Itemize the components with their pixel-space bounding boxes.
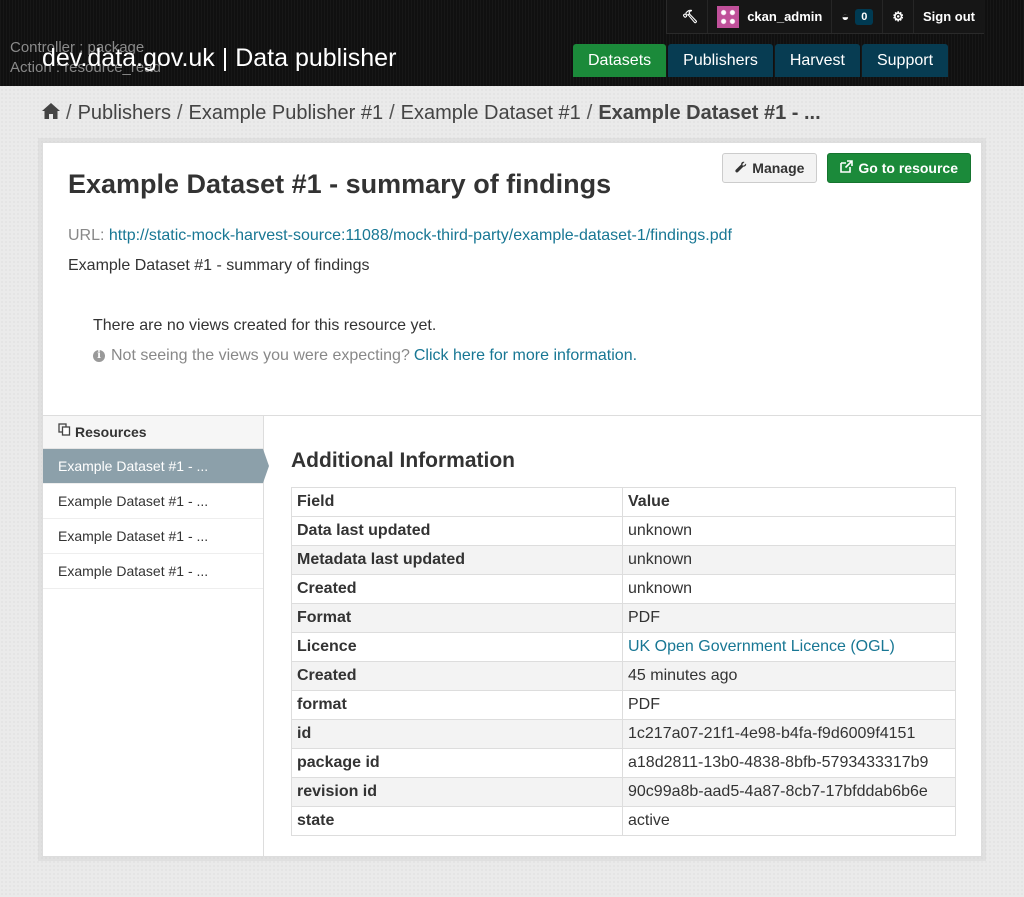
breadcrumb-publishers[interactable]: Publishers [78,102,171,125]
resource-actions: Manage Go to resource [722,153,971,183]
resource-item[interactable]: Example Dataset #1 - ... [43,484,263,519]
table-row: state active [291,806,956,836]
resource-item[interactable]: Example Dataset #1 - ... [43,554,263,589]
breadcrumb-publisher[interactable]: Example Publisher #1 [189,102,384,125]
go-to-resource-label: Go to resource [858,160,958,176]
username: ckan_admin [747,9,823,24]
resource-url-link[interactable]: http://static-mock-harvest-source:11088/… [109,227,732,244]
column-header-value: Value [622,487,956,517]
settings-link[interactable]: ⚙ [883,0,914,33]
field-cell: Created [291,661,623,691]
views-help-text: Not seeing the views you were expecting? [111,347,410,364]
home-icon[interactable] [42,102,60,125]
field-cell: revision id [291,777,623,807]
signout-link[interactable]: Sign out [914,0,984,33]
dashboard-icon: ◒ [841,9,850,24]
resources-sidebar: Resources Example Dataset #1 - ... Examp… [43,416,269,856]
field-cell: package id [291,748,623,778]
avatar [717,5,740,28]
field-cell: Data last updated [291,516,623,546]
table-header-row: Field Value [291,487,956,517]
resource-description: Example Dataset #1 - summary of findings [68,257,370,274]
nav-datasets[interactable]: Datasets [573,44,667,77]
breadcrumb-separator: / [586,102,593,124]
value-cell: 1c217a07-21f1-4e98-b4fa-f9d6009f4151 [622,719,956,749]
value-cell: 45 minutes ago [622,661,956,691]
column-header-field: Field [291,487,623,517]
breadcrumb-separator: / [389,102,395,124]
breadcrumb: / Publishers / Example Publisher #1 / Ex… [42,102,821,125]
table-body: Data last updated unknown Metadata last up… [291,516,956,836]
account-bar: 🔨︎ ckan_admin ◒ 0 ⚙ Sign out [665,0,984,34]
sysadmin-link[interactable]: 🔨︎ [673,0,709,33]
value-cell: a18d2811-13b0-4838-8bfb-5793433317b9 [622,748,956,778]
table-row: Format PDF [291,603,956,633]
info-icon: i [93,350,105,362]
resource-panel: Manage Go to resource Example Dataset #1… [42,142,982,857]
field-cell: Format [291,603,623,633]
additional-info-heading: Additional Information [291,449,515,472]
value-cell: unknown [622,516,956,546]
resources-heading: Resources [43,416,263,449]
site-header: 🔨︎ ckan_admin ◒ 0 ⚙ Sign out Controller … [0,0,1024,86]
copy-icon [58,416,71,448]
value-cell: active [622,806,956,836]
manage-button[interactable]: Manage [722,153,818,183]
table-row: Licence UK Open Government Licence (OGL) [291,632,956,662]
field-cell: format [291,690,623,720]
field-cell: Metadata last updated [291,545,623,575]
manage-label: Manage [752,160,805,176]
table-row: package id a18d2811-13b0-4838-8bfb-579343… [291,748,956,778]
go-to-resource-button[interactable]: Go to resource [827,153,971,183]
user-link[interactable]: ckan_admin [708,0,833,33]
value-cell: UK Open Government Licence (OGL) [622,632,956,662]
table-row: Created unknown [291,574,956,604]
main-nav: Datasets Publishers Harvest Support [573,44,949,77]
gavel-icon: 🔨︎ [681,8,699,24]
external-link-icon [840,154,854,182]
value-cell: unknown [622,545,956,575]
table-row: id 1c217a07-21f1-4e98-b4fa-f9d6009f4151 [291,719,956,749]
resources-heading-label: Resources [75,424,147,440]
table-row: Metadata last updated unknown [291,545,956,575]
additional-info-section: Additional Information [291,449,515,473]
gear-icon: ⚙ [892,8,904,24]
views-help-link[interactable]: Click here for more information. [414,347,637,365]
value-cell: unknown [622,574,956,604]
value-cell: 90c99a8b-aad5-4a87-8cb7-17bfddab6b6e [622,777,956,807]
signout-label: Sign out [923,9,975,24]
no-views-message: There are no views created for this reso… [93,317,437,334]
resource-item[interactable]: Example Dataset #1 - ... [43,449,269,484]
resource-item[interactable]: Example Dataset #1 - ... [43,519,263,554]
value-cell: PDF [622,603,956,633]
field-cell: id [291,719,623,749]
table-row: revision id 90c99a8b-aad5-4a87-8cb7-17bfd… [291,777,956,807]
value-cell: PDF [622,690,956,720]
breadcrumb-current[interactable]: Example Dataset #1 - ... [598,102,820,125]
views-help: i Not seeing the views you were expectin… [93,347,637,365]
resource-url: URL: http://static-mock-harvest-source:1… [68,227,732,245]
resource-title: Example Dataset #1 - summary of findings [68,169,612,199]
additional-info-table: Field Value Data last updated unknown Meta… [291,487,956,836]
url-label: URL: [68,227,105,244]
nav-harvest[interactable]: Harvest [774,44,860,77]
nav-support[interactable]: Support [861,44,949,77]
licence-link[interactable]: UK Open Government Licence (OGL) [628,638,895,655]
table-row: Created 45 minutes ago [291,661,956,691]
breadcrumb-separator: / [66,102,72,124]
notification-badge: 0 [855,8,874,25]
field-cell: state [291,806,623,836]
field-cell: Licence [291,632,623,662]
dashboard-link[interactable]: ◒ 0 [832,0,884,33]
table-row: format PDF [291,690,956,720]
breadcrumb-dataset[interactable]: Example Dataset #1 [401,102,581,125]
table-row: Data last updated unknown [291,516,956,546]
wrench-icon [735,154,747,182]
breadcrumb-separator: / [176,102,183,124]
nav-publishers[interactable]: Publishers [668,44,773,77]
site-title[interactable]: dev.data.gov.uk | Data publisher [42,44,396,73]
field-cell: Created [291,574,623,604]
